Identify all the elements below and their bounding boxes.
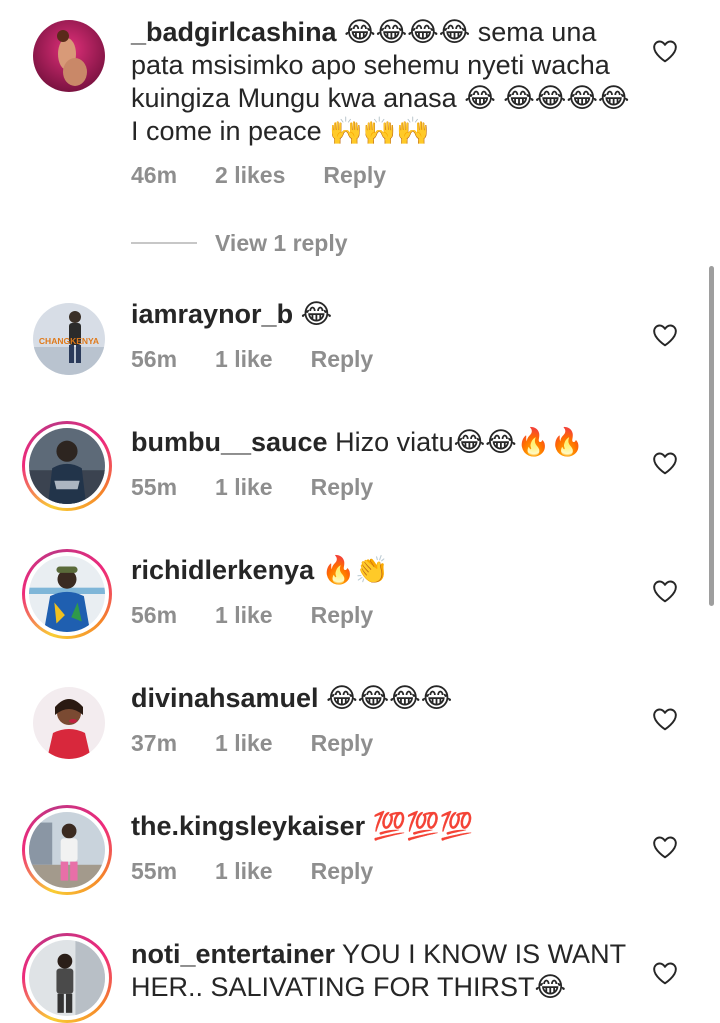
divider [131, 242, 197, 244]
comment-text: noti_entertainer YOU I KNOW IS WANT HER.… [131, 938, 631, 1004]
avatar[interactable]: CHANGKENYA [33, 303, 105, 375]
avatar[interactable] [22, 805, 112, 895]
avatar[interactable] [22, 421, 112, 511]
comment-time: 55m [131, 858, 178, 884]
comment-likes[interactable]: 1 like [215, 602, 273, 628]
avatar-image [29, 556, 105, 632]
avatar-image [29, 428, 105, 504]
comment-text: divinahsamuel 😂😂😂😂 [131, 682, 631, 715]
reply-button[interactable]: Reply [311, 346, 374, 372]
comment-text: richidlerkenya 🔥👏 [131, 554, 631, 587]
comment-likes[interactable]: 1 like [215, 730, 273, 756]
heart-outline-icon[interactable] [652, 579, 678, 603]
comment-time: 56m [131, 602, 178, 628]
comment-body: Hizo viatu😂😂🔥🔥 [327, 427, 584, 457]
story-ring [25, 552, 109, 636]
avatar[interactable] [22, 549, 112, 639]
comment-time: 56m [131, 346, 178, 372]
avatar-image [29, 812, 105, 888]
comment-username[interactable]: the.kingsleykaiser [131, 811, 365, 841]
comment-likes[interactable]: 1 like [215, 858, 273, 884]
comment-body: 🔥👏 [314, 555, 389, 585]
avatar[interactable] [33, 687, 105, 759]
view-replies-label: View 1 reply [215, 229, 348, 256]
comment-time: 37m [131, 730, 178, 756]
comment-meta: 56m 1 like Reply [131, 602, 411, 629]
heart-outline-icon[interactable] [652, 961, 678, 985]
comment-meta: 56m 1 like Reply [131, 346, 411, 373]
story-ring [25, 808, 109, 892]
comment-body: 😂 [293, 299, 333, 329]
heart-outline-icon[interactable] [652, 451, 678, 475]
comment-text: iamraynor_b 😂 [131, 298, 631, 331]
comment-likes[interactable]: 1 like [215, 474, 273, 500]
story-ring [25, 936, 109, 1020]
comment-username[interactable]: _badgirlcashina [131, 17, 337, 47]
avatar[interactable] [33, 20, 105, 92]
comment-body: 😂😂😂😂 [318, 683, 453, 713]
reply-button[interactable]: Reply [311, 730, 374, 756]
comment-likes[interactable]: 1 like [215, 346, 273, 372]
comment-username[interactable]: iamraynor_b [131, 299, 293, 329]
comment-meta: 37m 1 like Reply [131, 730, 411, 757]
comment-username[interactable]: noti_entertainer [131, 939, 335, 969]
comment-text: _badgirlcashina 😂😂😂😂 sema una pata msisi… [131, 16, 631, 148]
scrollbar[interactable] [709, 266, 714, 606]
avatar-image [29, 940, 105, 1016]
comment-username[interactable]: richidlerkenya [131, 555, 314, 585]
reply-button[interactable]: Reply [311, 602, 374, 628]
comment-username[interactable]: bumbu__sauce [131, 427, 328, 457]
heart-outline-icon[interactable] [652, 39, 678, 63]
comment-text: the.kingsleykaiser 💯💯💯 [131, 810, 631, 843]
heart-outline-icon[interactable] [652, 835, 678, 859]
heart-outline-icon[interactable] [652, 323, 678, 347]
view-replies-button[interactable]: View 1 reply [131, 230, 348, 256]
reply-button[interactable]: Reply [323, 162, 386, 188]
heart-outline-icon[interactable] [652, 707, 678, 731]
comment-username[interactable]: divinahsamuel [131, 683, 319, 713]
story-ring [25, 424, 109, 508]
comment-time: 55m [131, 474, 178, 500]
comment-body: 💯💯💯 [365, 811, 474, 841]
avatar-logo-text: CHANGKENYA [39, 336, 99, 346]
avatar[interactable] [22, 933, 112, 1023]
comment-meta: 46m 2 likes Reply [131, 162, 424, 189]
comment-time: 46m [131, 162, 178, 188]
comment-meta: 55m 1 like Reply [131, 858, 411, 885]
comment-likes[interactable]: 2 likes [215, 162, 285, 188]
comment-meta: 55m 1 like Reply [131, 474, 411, 501]
reply-button[interactable]: Reply [311, 474, 374, 500]
reply-button[interactable]: Reply [311, 858, 374, 884]
comment-text: bumbu__sauce Hizo viatu😂😂🔥🔥 [131, 426, 631, 459]
